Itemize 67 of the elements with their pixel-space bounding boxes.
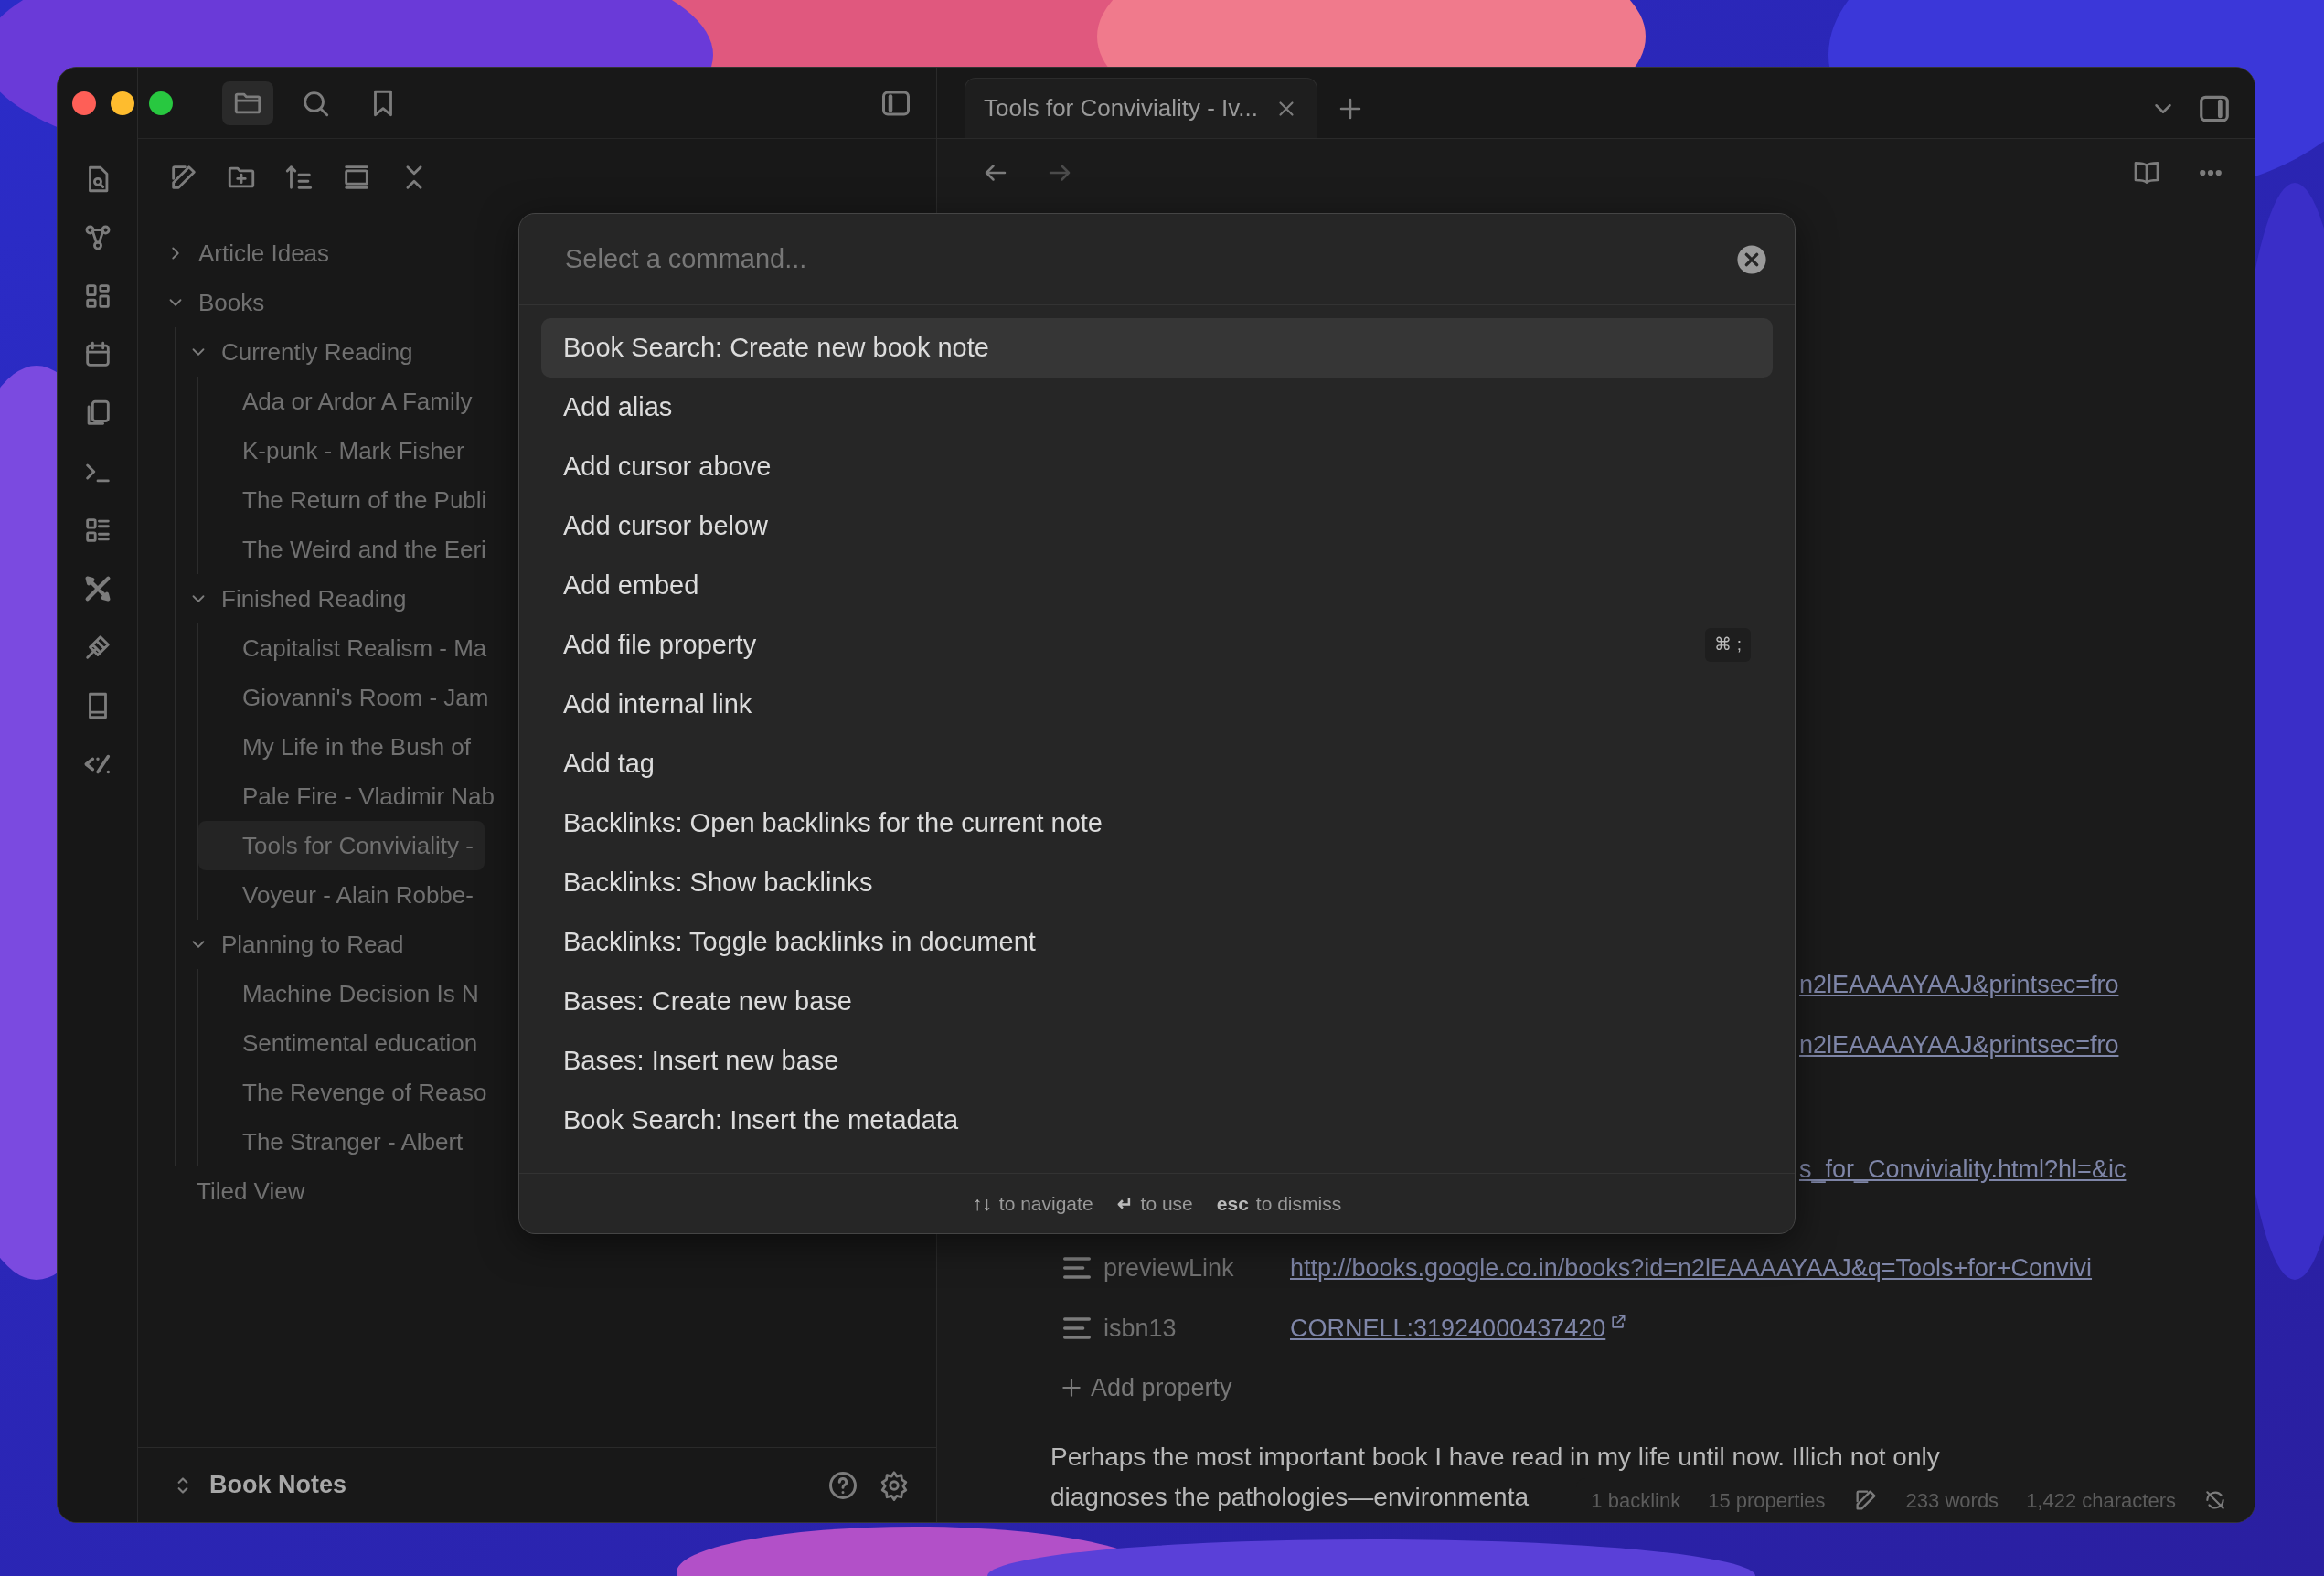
- folder-item[interactable]: Planning to Read: [176, 920, 415, 969]
- folder-item[interactable]: Currently Reading: [176, 327, 424, 377]
- vault-switcher[interactable]: Book Notes: [171, 1463, 347, 1507]
- command-item[interactable]: Add internal link: [541, 675, 1773, 734]
- file-item[interactable]: Machine Decision Is N: [198, 969, 490, 1018]
- command-item[interactable]: Backlinks: Toggle backlinks in document: [541, 912, 1773, 972]
- folder-item[interactable]: Article Ideas: [153, 229, 341, 278]
- file-item[interactable]: Capitalist Realism - Ma: [198, 623, 498, 673]
- file-item[interactable]: Giovanni's Room - Jam: [198, 673, 500, 722]
- file-item[interactable]: Sentimental education: [198, 1018, 489, 1068]
- link-value[interactable]: http://books.google.co.in/books?id=n2lEAAAAYAAJ&q=Tools+for+Convivi: [1290, 1249, 2093, 1287]
- command-item[interactable]: Add tag: [541, 734, 1773, 793]
- status-text: 1,422 characters: [2026, 1487, 2176, 1514]
- key-hint: ↵: [1116, 1191, 1134, 1216]
- command-item[interactable]: Backlinks: Open backlinks for the current note: [541, 793, 1773, 853]
- command-item[interactable]: Add embed: [541, 556, 1773, 615]
- settings-icon[interactable]: [879, 1469, 910, 1501]
- command-item[interactable]: Bases: Insert new base: [541, 1031, 1773, 1091]
- list-icon: [1063, 1317, 1091, 1339]
- note-tab[interactable]: Tools for Conviviality - Iv...: [965, 78, 1318, 138]
- folder-tab[interactable]: [222, 80, 273, 125]
- file-item[interactable]: The Weird and the Eeri: [198, 525, 497, 574]
- body-text-line: Perhaps the most important book I have read in my life until now. Illich not only: [1050, 1442, 1940, 1473]
- link-value[interactable]: s_for_Conviviality.html?hl=&ic: [1799, 1150, 2127, 1188]
- link-value[interactable]: n2lEAAAAYAAJ&printsec=fro: [1799, 965, 2119, 1004]
- key-hint: ↑↓: [972, 1191, 992, 1216]
- file-item[interactable]: Voyeur - Alain Robbe-: [198, 870, 485, 920]
- status-text: 233 words: [1905, 1487, 1999, 1514]
- clear-icon[interactable]: [1736, 243, 1767, 275]
- command-item[interactable]: Add alias: [541, 378, 1773, 437]
- folder-item[interactable]: Finished Reading: [176, 574, 418, 623]
- property-name: isbn13: [1103, 1313, 1178, 1344]
- command-item[interactable]: Add cursor below: [541, 496, 1773, 556]
- hint-text: to use: [1140, 1191, 1193, 1216]
- link-value[interactable]: CORNELL:31924000437420: [1290, 1309, 1606, 1347]
- body-text-line: diagnoses the pathologies—environmenta: [1050, 1482, 1530, 1513]
- command-item[interactable]: Add file property ⌘ ;: [541, 615, 1773, 675]
- plus-icon: [1060, 1376, 1083, 1400]
- command-item[interactable]: Book Search: Create new book note: [541, 318, 1773, 378]
- link-value[interactable]: n2lEAAAAYAAJ&printsec=fro: [1799, 1026, 2119, 1064]
- folder-item[interactable]: Books: [153, 278, 276, 327]
- file-item[interactable]: K-punk - Mark Fisher: [198, 426, 475, 475]
- file-item[interactable]: My Life in the Bush of: [198, 722, 483, 772]
- add-property-button[interactable]: Add property: [1060, 1366, 2255, 1410]
- status-text: 15 properties: [1708, 1487, 1826, 1514]
- file-item[interactable]: The Return of the Publi: [198, 475, 498, 525]
- sync-icon[interactable]: [2203, 1488, 2227, 1512]
- file-item[interactable]: The Stranger - Albert: [198, 1117, 474, 1166]
- file-item[interactable]: Tools for Conviviality -: [198, 821, 485, 870]
- property-name: previewLink: [1103, 1252, 1235, 1283]
- file-item[interactable]: The Revenge of Reaso: [198, 1068, 498, 1117]
- hotkey-label: ⌘ ;: [1705, 628, 1751, 662]
- command-item[interactable]: Add cursor above: [541, 437, 1773, 496]
- command-item[interactable]: Bases: Create new base: [541, 972, 1773, 1031]
- close-button[interactable]: [72, 91, 96, 115]
- command-search-field[interactable]: Select a command...: [563, 238, 1736, 281]
- hint-text: to navigate: [998, 1191, 1093, 1216]
- status-text: 1 backlink: [1591, 1487, 1681, 1514]
- minimize-button[interactable]: [111, 91, 134, 115]
- command-item[interactable]: Backlinks: Show backlinks: [541, 853, 1773, 912]
- hint-text: to dismiss: [1255, 1191, 1342, 1216]
- key-hint: esc: [1216, 1191, 1249, 1216]
- file-item[interactable]: Tiled View: [153, 1166, 316, 1216]
- file-item[interactable]: Pale Fire - Vladimir Nab: [198, 772, 506, 821]
- list-icon: [1063, 1257, 1091, 1279]
- file-item[interactable]: Ada or Ardor A Family: [198, 377, 484, 426]
- command-item[interactable]: Book Search: Insert the metadata: [541, 1091, 1773, 1150]
